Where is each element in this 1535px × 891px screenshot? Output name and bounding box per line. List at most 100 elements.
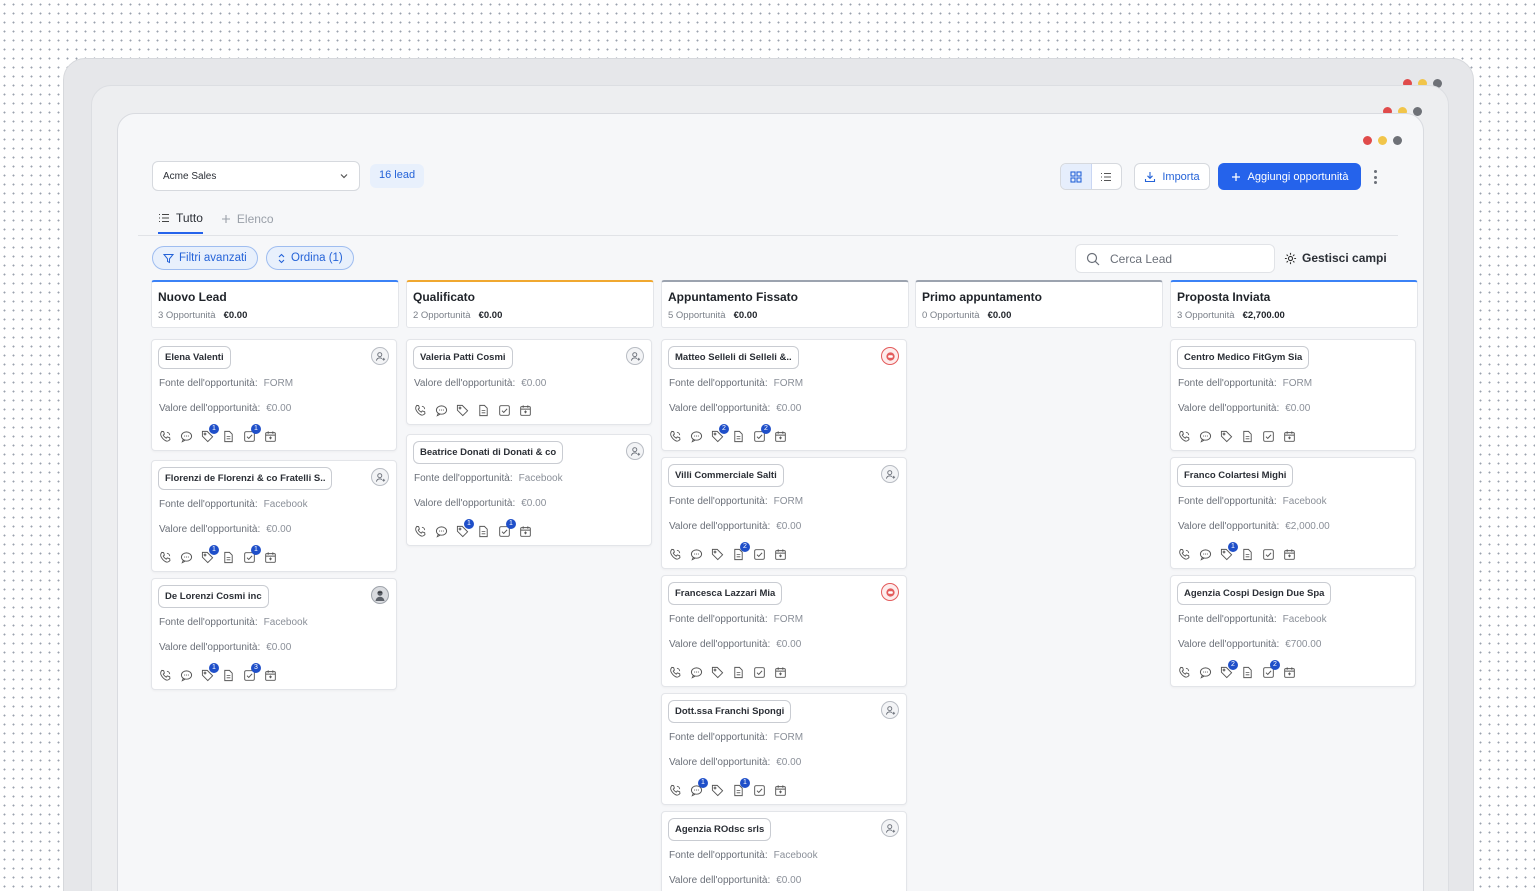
- doc-icon[interactable]: [477, 404, 490, 417]
- phone-icon[interactable]: [1178, 666, 1191, 679]
- calendar-icon[interactable]: [264, 551, 277, 564]
- opportunity-card[interactable]: Centro Medico FitGym Sia Fonte dell'oppor…: [1170, 339, 1416, 451]
- assign-user-icon[interactable]: [626, 442, 644, 460]
- phone-icon[interactable]: [1178, 430, 1191, 443]
- card-contact-name[interactable]: Agenzia ROdsc srls: [668, 818, 772, 841]
- task-icon[interactable]: [753, 784, 766, 797]
- advanced-filters-button[interactable]: Filtri avanzati: [152, 246, 258, 270]
- calendar-icon[interactable]: [1283, 666, 1296, 679]
- grid-view-button[interactable]: [1061, 164, 1092, 189]
- task-icon[interactable]: 2: [753, 424, 771, 443]
- card-contact-name[interactable]: Francesca Lazzari Mia: [668, 582, 783, 605]
- avatar[interactable]: [371, 586, 389, 604]
- sort-button[interactable]: Ordina (1): [266, 246, 354, 270]
- card-contact-name[interactable]: De Lorenzi Cosmi inc: [158, 585, 269, 608]
- opportunity-card[interactable]: De Lorenzi Cosmi inc Fonte dell'opportuni…: [151, 578, 397, 690]
- tab-tutto[interactable]: Tutto: [158, 211, 203, 234]
- more-options-icon[interactable]: [1370, 168, 1380, 186]
- chat-icon[interactable]: [690, 666, 703, 679]
- tag-icon[interactable]: [1220, 430, 1233, 443]
- phone-icon[interactable]: [669, 548, 682, 561]
- phone-icon[interactable]: [414, 525, 427, 538]
- doc-icon[interactable]: [1241, 666, 1254, 679]
- doc-icon[interactable]: [1241, 548, 1254, 561]
- phone-icon[interactable]: [669, 666, 682, 679]
- chat-icon[interactable]: [435, 525, 448, 538]
- tag-icon[interactable]: 2: [1220, 660, 1238, 679]
- doc-icon[interactable]: 2: [732, 542, 750, 561]
- tag-icon[interactable]: 1: [201, 424, 219, 443]
- opportunity-card[interactable]: Dott.ssa Franchi Spongi Fonte dell'opport…: [661, 693, 907, 805]
- card-contact-name[interactable]: Dott.ssa Franchi Spongi: [668, 700, 792, 723]
- tag-icon[interactable]: 1: [201, 545, 219, 564]
- task-icon[interactable]: [1262, 430, 1275, 443]
- tag-icon[interactable]: 1: [456, 519, 474, 538]
- doc-icon[interactable]: [732, 666, 745, 679]
- opportunity-card[interactable]: Francesca Lazzari Mia Fonte dell'opportun…: [661, 575, 907, 687]
- maximize-dot[interactable]: [1393, 136, 1402, 145]
- assign-user-icon[interactable]: [881, 819, 899, 837]
- calendar-icon[interactable]: [774, 430, 787, 443]
- opportunity-card[interactable]: Agenzia Cospi Design Due Spa Fonte dell'o…: [1170, 575, 1416, 687]
- doc-icon[interactable]: [1241, 430, 1254, 443]
- calendar-icon[interactable]: [1283, 548, 1296, 561]
- card-contact-name[interactable]: Florenzi de Florenzi & co Fratelli S..: [158, 467, 333, 490]
- task-icon[interactable]: 1: [498, 519, 516, 538]
- opportunity-card[interactable]: Agenzia ROdsc srls Fonte dell'opportunità…: [661, 811, 907, 891]
- chat-icon[interactable]: [180, 669, 193, 682]
- status-alert-icon[interactable]: [881, 583, 899, 601]
- doc-icon[interactable]: [222, 669, 235, 682]
- status-alert-icon[interactable]: [881, 347, 899, 365]
- chat-icon[interactable]: 1: [690, 778, 708, 797]
- card-contact-name[interactable]: Beatrice Donati di Donati & co: [413, 441, 564, 464]
- tab-elenco[interactable]: Elenco: [221, 211, 274, 234]
- assign-user-icon[interactable]: [626, 347, 644, 365]
- close-dot[interactable]: [1363, 136, 1372, 145]
- task-icon[interactable]: [498, 404, 511, 417]
- card-contact-name[interactable]: Franco Colartesi Mighi: [1177, 464, 1294, 487]
- task-icon[interactable]: [753, 666, 766, 679]
- card-contact-name[interactable]: Villi Commerciale Salti: [668, 464, 784, 487]
- calendar-icon[interactable]: [264, 430, 277, 443]
- tag-icon[interactable]: 2: [711, 424, 729, 443]
- task-icon[interactable]: 2: [1262, 660, 1280, 679]
- search-input[interactable]: [1110, 251, 1260, 266]
- calendar-icon[interactable]: [519, 525, 532, 538]
- calendar-icon[interactable]: [774, 548, 787, 561]
- card-contact-name[interactable]: Centro Medico FitGym Sia: [1177, 346, 1310, 369]
- task-icon[interactable]: 3: [243, 663, 261, 682]
- doc-icon[interactable]: [222, 430, 235, 443]
- tag-icon[interactable]: 1: [201, 663, 219, 682]
- tag-icon[interactable]: [711, 784, 724, 797]
- phone-icon[interactable]: [669, 430, 682, 443]
- calendar-icon[interactable]: [774, 784, 787, 797]
- assign-user-icon[interactable]: [881, 701, 899, 719]
- phone-icon[interactable]: [414, 404, 427, 417]
- task-icon[interactable]: 1: [243, 424, 261, 443]
- calendar-icon[interactable]: [519, 404, 532, 417]
- task-icon[interactable]: 1: [243, 545, 261, 564]
- tag-icon[interactable]: 1: [1220, 542, 1238, 561]
- chat-icon[interactable]: [1199, 430, 1212, 443]
- tag-icon[interactable]: [711, 666, 724, 679]
- phone-icon[interactable]: [159, 551, 172, 564]
- opportunity-card[interactable]: Elena Valenti Fonte dell'opportunità: FORM…: [151, 339, 397, 451]
- phone-icon[interactable]: [159, 430, 172, 443]
- calendar-icon[interactable]: [1283, 430, 1296, 443]
- chat-icon[interactable]: [435, 404, 448, 417]
- add-opportunity-button[interactable]: Aggiungi opportunità: [1218, 163, 1361, 190]
- chat-icon[interactable]: [1199, 666, 1212, 679]
- chat-icon[interactable]: [180, 430, 193, 443]
- opportunity-card[interactable]: Florenzi de Florenzi & co Fratelli S.. Fo…: [151, 460, 397, 572]
- phone-icon[interactable]: [1178, 548, 1191, 561]
- list-view-button[interactable]: [1092, 164, 1122, 189]
- doc-icon[interactable]: [477, 525, 490, 538]
- chat-icon[interactable]: [690, 548, 703, 561]
- task-icon[interactable]: [753, 548, 766, 561]
- opportunity-card[interactable]: Beatrice Donati di Donati & co Fonte dell…: [406, 434, 652, 546]
- assign-user-icon[interactable]: [371, 468, 389, 486]
- tag-icon[interactable]: [711, 548, 724, 561]
- tag-icon[interactable]: [456, 404, 469, 417]
- phone-icon[interactable]: [159, 669, 172, 682]
- card-contact-name[interactable]: Agenzia Cospi Design Due Spa: [1177, 582, 1332, 605]
